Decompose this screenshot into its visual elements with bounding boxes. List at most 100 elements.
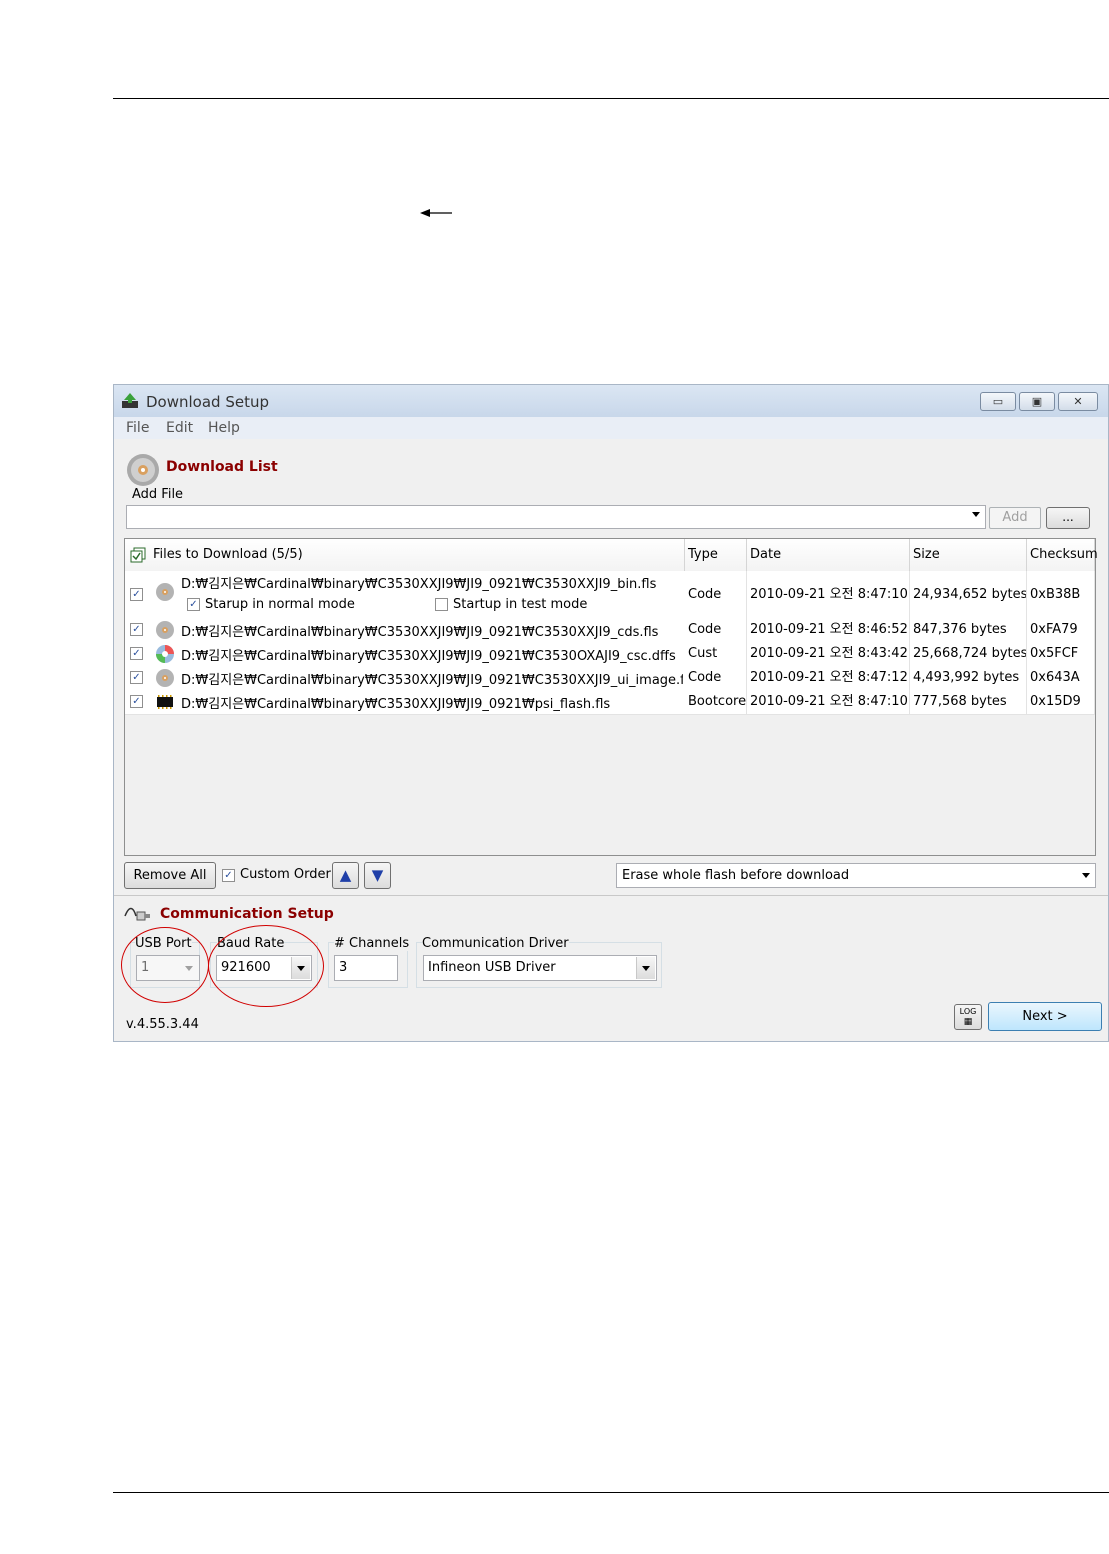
chevron-down-icon bbox=[636, 957, 655, 979]
next-button[interactable]: Next > bbox=[988, 1002, 1102, 1031]
custom-order-checkbox[interactable] bbox=[222, 869, 235, 882]
file-size: 777,568 bytes bbox=[910, 690, 1027, 714]
menu-file[interactable]: File bbox=[126, 420, 149, 436]
file-type: Bootcore bbox=[685, 690, 747, 714]
disc-icon bbox=[156, 669, 174, 687]
startup-normal-label: Starup in normal mode bbox=[205, 597, 355, 612]
column-type[interactable]: Type bbox=[685, 539, 747, 571]
select-all-icon[interactable] bbox=[130, 547, 146, 563]
color-disc-icon bbox=[156, 645, 174, 663]
log-button[interactable]: LOG ▦ bbox=[954, 1004, 982, 1030]
chip-icon bbox=[157, 695, 173, 709]
table-header: Files to Download (5/5) Type Date Size C… bbox=[125, 539, 1098, 572]
minimize-icon: ▭ bbox=[992, 395, 1004, 408]
add-file-input[interactable] bbox=[126, 505, 986, 529]
title-bar: Download Setup ▭ ▣ ✕ bbox=[114, 385, 1108, 417]
move-up-button[interactable]: ▲ bbox=[332, 862, 359, 889]
file-checksum: 0xFA79 bbox=[1027, 618, 1095, 642]
cable-icon bbox=[124, 907, 150, 921]
startup-test-label: Startup in test mode bbox=[453, 597, 588, 612]
table-row[interactable]: D:₩김지은₩Cardinal₩binary₩C3530XXJI9₩JI9_09… bbox=[125, 618, 1095, 643]
erase-option-select[interactable]: Erase whole flash before download bbox=[616, 863, 1096, 888]
file-path: D:₩김지은₩Cardinal₩binary₩C3530XXJI9₩JI9_09… bbox=[181, 577, 657, 592]
maximize-icon: ▣ bbox=[1031, 395, 1043, 408]
disc-icon bbox=[156, 583, 174, 601]
file-path: D:₩김지은₩Cardinal₩binary₩C3530XXJI9₩JI9_09… bbox=[181, 649, 676, 664]
move-down-button[interactable]: ▼ bbox=[364, 862, 391, 889]
file-size: 24,934,652 bytes bbox=[910, 571, 1027, 618]
baud-rate-highlight-circle bbox=[208, 925, 324, 1007]
minimize-button[interactable]: ▭ bbox=[980, 392, 1016, 411]
arrow-down-icon: ▼ bbox=[371, 866, 384, 884]
file-date: 2010-09-21 오전 8:47:10 bbox=[747, 690, 910, 714]
download-setup-window: Download Setup ▭ ▣ ✕ File Edit Help Down… bbox=[113, 384, 1109, 1042]
browse-button[interactable]: ... bbox=[1046, 507, 1090, 529]
file-type: Code bbox=[685, 618, 747, 642]
driver-label: Communication Driver bbox=[422, 936, 569, 951]
table-row[interactable]: D:₩김지은₩Cardinal₩binary₩C3530XXJI9₩JI9_09… bbox=[125, 571, 1095, 619]
chevron-down-icon bbox=[1082, 873, 1090, 878]
channels-input[interactable]: 3 bbox=[334, 955, 398, 981]
file-path: D:₩김지은₩Cardinal₩binary₩C3530XXJI9₩JI9_09… bbox=[181, 673, 683, 688]
row-checkbox[interactable] bbox=[130, 623, 143, 636]
file-type: Cust bbox=[685, 642, 747, 666]
channels-label: # Channels bbox=[334, 936, 410, 951]
table-row[interactable]: D:₩김지은₩Cardinal₩binary₩C3530XXJI9₩JI9_09… bbox=[125, 666, 1095, 691]
remove-all-button[interactable]: Remove All bbox=[124, 862, 216, 889]
section-divider bbox=[114, 895, 1108, 896]
custom-order-label: Custom Order bbox=[240, 867, 331, 882]
arrow-up-icon: ▲ bbox=[339, 866, 352, 884]
column-files[interactable]: Files to Download (5/5) bbox=[125, 539, 685, 571]
disc-icon bbox=[127, 454, 159, 486]
table-row[interactable]: D:₩김지은₩Cardinal₩binary₩C3530XXJI9₩JI9_09… bbox=[125, 642, 1095, 667]
table-row[interactable]: D:₩김지은₩Cardinal₩binary₩C3530XXJI9₩JI9_09… bbox=[125, 690, 1095, 715]
column-checksum[interactable]: Checksum bbox=[1027, 539, 1098, 571]
version-label: v.4.55.3.44 bbox=[126, 1017, 199, 1032]
row-checkbox[interactable] bbox=[130, 588, 143, 601]
file-date: 2010-09-21 오전 8:47:12 bbox=[747, 666, 910, 690]
close-icon: ✕ bbox=[1073, 395, 1083, 408]
file-date: 2010-09-21 오전 8:47:10 bbox=[747, 571, 910, 618]
file-size: 847,376 bytes bbox=[910, 618, 1027, 642]
row-checkbox[interactable] bbox=[130, 647, 143, 660]
file-checksum: 0xB38B bbox=[1027, 571, 1095, 618]
usb-port-highlight-circle bbox=[121, 927, 209, 1003]
row-checkbox[interactable] bbox=[130, 671, 143, 684]
menu-edit[interactable]: Edit bbox=[166, 420, 193, 436]
table-toolbar: Remove All Custom Order ▲ ▼ Erase whole … bbox=[124, 861, 1096, 891]
file-date: 2010-09-21 오전 8:46:52 bbox=[747, 618, 910, 642]
file-type: Code bbox=[685, 571, 747, 618]
communication-setup-heading: Communication Setup bbox=[160, 906, 334, 922]
disc-icon bbox=[156, 621, 174, 639]
maximize-button[interactable]: ▣ bbox=[1019, 392, 1055, 411]
file-path: D:₩김지은₩Cardinal₩binary₩C3530XXJI9₩JI9_09… bbox=[181, 697, 611, 712]
files-table: Files to Download (5/5) Type Date Size C… bbox=[124, 538, 1098, 856]
startup-test-checkbox[interactable] bbox=[435, 598, 448, 611]
download-list-heading: Download List bbox=[166, 459, 278, 475]
column-size[interactable]: Size bbox=[910, 539, 1027, 571]
add-file-label: Add File bbox=[132, 487, 184, 502]
file-checksum: 0x643A bbox=[1027, 666, 1095, 690]
column-date[interactable]: Date bbox=[747, 539, 910, 571]
add-button[interactable]: Add bbox=[989, 507, 1041, 529]
file-size: 4,493,992 bytes bbox=[910, 666, 1027, 690]
row-checkbox[interactable] bbox=[130, 695, 143, 708]
file-size: 25,668,724 bytes bbox=[910, 642, 1027, 666]
menu-bar: File Edit Help bbox=[114, 417, 1108, 439]
window-title: Download Setup bbox=[146, 393, 269, 411]
keyboard-icon: ▦ bbox=[963, 1017, 973, 1027]
menu-help[interactable]: Help bbox=[208, 420, 240, 436]
add-file-dropdown-icon[interactable] bbox=[972, 512, 980, 517]
app-icon bbox=[122, 393, 138, 408]
file-date: 2010-09-21 오전 8:43:42 bbox=[747, 642, 910, 666]
file-checksum: 0x5FCF bbox=[1027, 642, 1095, 666]
arrow-left-icon bbox=[420, 209, 452, 217]
file-checksum: 0x15D9 bbox=[1027, 690, 1095, 714]
file-path: D:₩김지은₩Cardinal₩binary₩C3530XXJI9₩JI9_09… bbox=[181, 625, 659, 640]
page-bottom-rule bbox=[113, 1492, 1109, 1493]
file-type: Code bbox=[685, 666, 747, 690]
driver-select[interactable]: Infineon USB Driver bbox=[423, 955, 657, 981]
close-button[interactable]: ✕ bbox=[1058, 392, 1098, 411]
startup-normal-checkbox[interactable] bbox=[187, 598, 200, 611]
page-top-rule bbox=[113, 98, 1109, 99]
